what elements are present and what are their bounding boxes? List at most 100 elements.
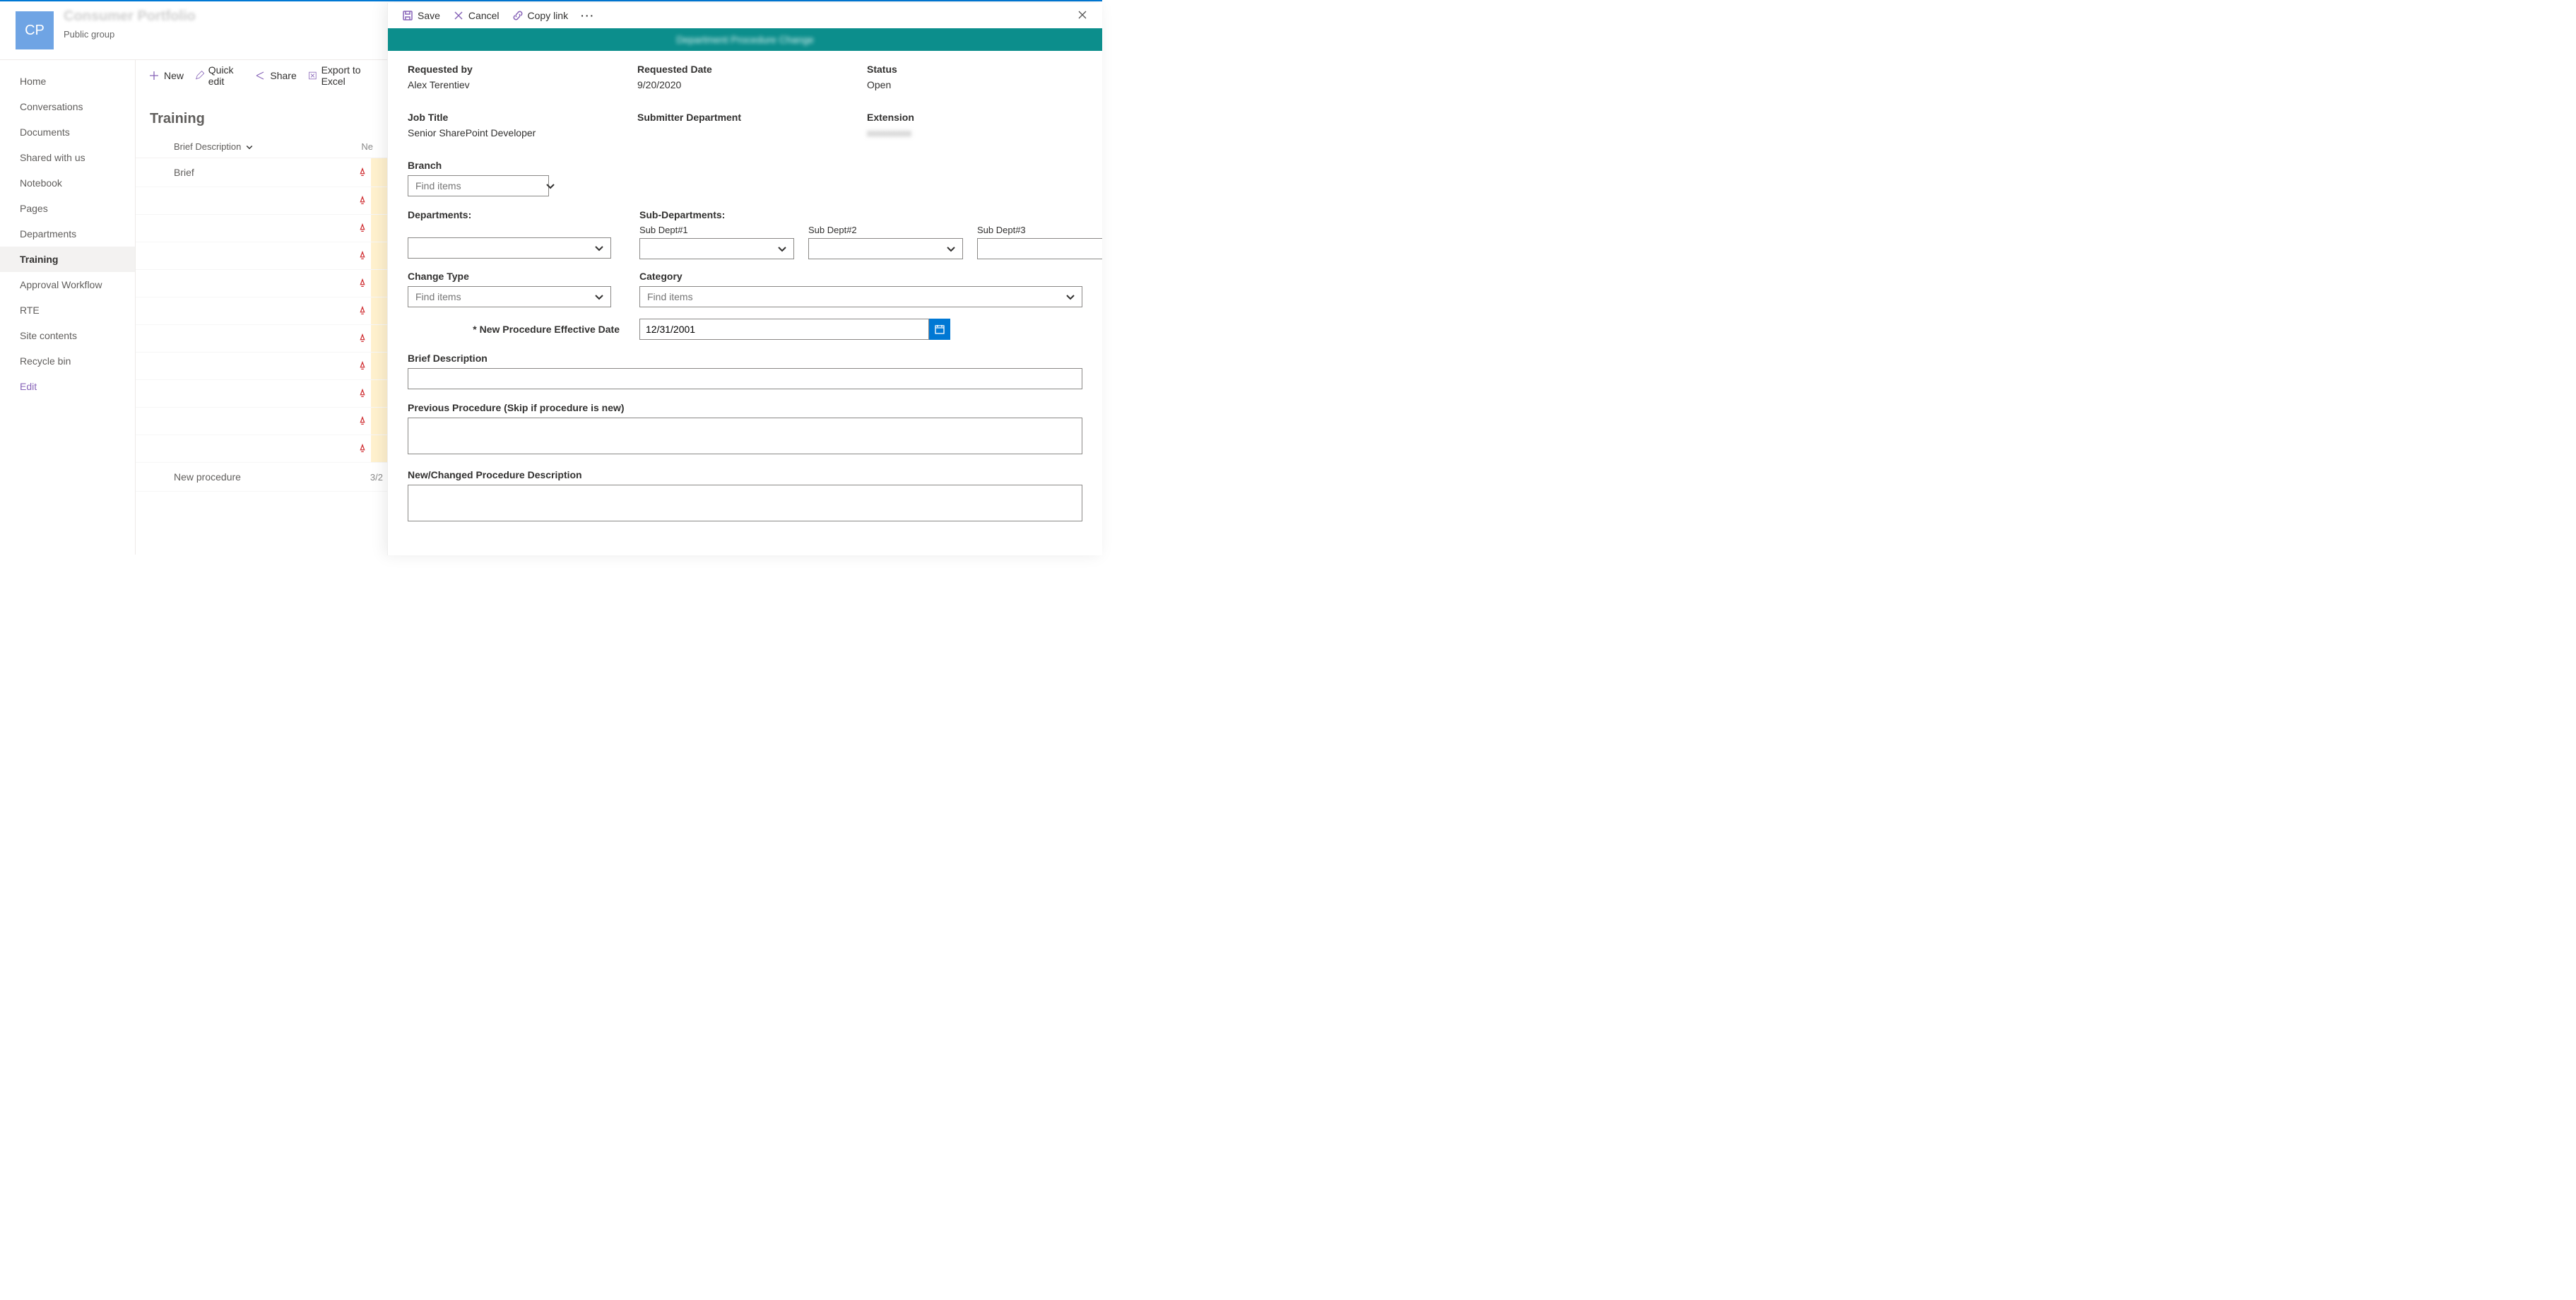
brief-description-input[interactable] [408,368,1082,389]
nav-home[interactable]: Home [0,69,135,94]
panel-command-bar: Save Cancel Copy link ··· [388,3,1102,28]
required-icon [358,196,367,206]
site-visibility: Public group [64,29,196,40]
nav-conversations[interactable]: Conversations [0,94,135,119]
sub-dept-2-input[interactable] [815,242,945,255]
column-brief-description[interactable]: Brief Description [174,141,345,152]
extension-value: xxxxxxxxx [867,127,1082,138]
toolbar-quick-edit-button[interactable]: Quick edit [195,64,243,87]
list-row-date: 3/2 [370,472,383,483]
field-new-procedure: New/Changed Procedure Description [408,469,1082,524]
list-row[interactable] [136,187,387,215]
departments-combo[interactable] [408,237,611,259]
close-panel-button[interactable] [1077,9,1088,23]
sub-dept-3-input[interactable] [983,242,1102,255]
category-combo[interactable] [639,286,1082,307]
nav-departments[interactable]: Departments [0,221,135,247]
chevron-down-icon [1065,291,1076,302]
nav-training[interactable]: Training [0,247,135,272]
nav-pages[interactable]: Pages [0,196,135,221]
pencil-icon [195,70,204,81]
cancel-button[interactable]: Cancel [453,10,500,21]
toolbar-quick-edit-label: Quick edit [208,64,244,87]
calendar-button[interactable] [929,319,950,340]
required-icon [358,333,367,343]
calendar-icon [934,324,945,335]
chevron-down-icon [776,243,788,254]
list-row[interactable] [136,353,387,380]
list-row[interactable] [136,242,387,270]
list-title: Training [136,91,387,136]
field-job-title: Job Title Senior SharePoint Developer [408,112,623,148]
toolbar-share-button[interactable]: Share [254,70,296,81]
toolbar-export-label: Export to Excel [321,64,374,87]
nav-notebook[interactable]: Notebook [0,170,135,196]
list-row[interactable] [136,435,387,463]
nav-approval-workflow[interactable]: Approval Workflow [0,272,135,297]
save-icon [402,10,413,21]
sub-dept-3-combo[interactable] [977,238,1102,259]
form-panel: Save Cancel Copy link ··· Department Pro… [387,3,1102,555]
nav-recycle-bin[interactable]: Recycle bin [0,348,135,374]
nav-site-contents[interactable]: Site contents [0,323,135,348]
list-row[interactable]: New procedure3/2 [136,463,387,492]
list-row[interactable] [136,325,387,353]
change-type-input[interactable] [414,290,593,303]
plus-icon [148,70,160,81]
side-nav: Home Conversations Documents Shared with… [0,60,136,555]
change-type-combo[interactable] [408,286,611,307]
status-label: Status [867,64,1082,75]
nav-rte[interactable]: RTE [0,297,135,323]
previous-procedure-input[interactable] [408,418,1082,454]
branch-label: Branch [408,160,1082,171]
list-row[interactable] [136,408,387,435]
list-header-row: Brief Description Ne [136,136,387,158]
new-procedure-input[interactable] [408,485,1082,521]
column-new[interactable]: Ne [345,141,373,152]
field-status: Status Open [867,64,1082,100]
more-actions-button[interactable]: ··· [581,10,595,21]
close-icon [1077,9,1088,20]
nav-documents[interactable]: Documents [0,119,135,145]
list-row[interactable] [136,270,387,297]
toolbar-new-button[interactable]: New [148,70,184,81]
copy-link-label: Copy link [528,10,569,21]
list-row[interactable]: Brief [136,158,387,187]
save-button[interactable]: Save [402,10,440,21]
row-edge-marker [370,270,387,297]
row-edge-marker [370,297,387,324]
sub-dept-1-input[interactable] [646,242,776,255]
field-previous-procedure: Previous Procedure (Skip if procedure is… [408,402,1082,456]
field-category: Category [639,271,1082,307]
requested-by-value: Alex Terentiev [408,79,623,90]
row-edge-marker [370,242,387,269]
effective-date-input[interactable] [639,319,929,340]
category-input[interactable] [646,290,1065,303]
requested-date-value: 9/20/2020 [637,79,853,90]
toolbar-export-button[interactable]: Export to Excel [308,64,374,87]
field-extension: Extension xxxxxxxxx [867,112,1082,148]
sub-dept-1-combo[interactable] [639,238,794,259]
requested-date-label: Requested Date [637,64,853,75]
list-row-title: New procedure [174,471,386,483]
departments-input[interactable] [414,242,593,254]
toolbar-share-label: Share [270,70,296,81]
departments-label: Departments: [408,209,620,220]
list-row[interactable] [136,297,387,325]
list-row[interactable] [136,380,387,408]
row-edge-marker [370,215,387,242]
new-procedure-label: New/Changed Procedure Description [408,469,1082,480]
nav-edit-link[interactable]: Edit [0,374,135,399]
branch-input[interactable] [414,179,545,192]
panel-banner: Department Procedure Change [388,28,1102,51]
share-icon [254,70,266,81]
link-icon [512,10,524,21]
required-icon [358,223,367,233]
branch-combo[interactable] [408,175,549,196]
sub-dept-2-combo[interactable] [808,238,963,259]
cancel-icon [453,10,464,21]
nav-shared-with-us[interactable]: Shared with us [0,145,135,170]
field-branch: Branch [408,160,1082,196]
copy-link-button[interactable]: Copy link [512,10,569,21]
list-row[interactable] [136,215,387,242]
